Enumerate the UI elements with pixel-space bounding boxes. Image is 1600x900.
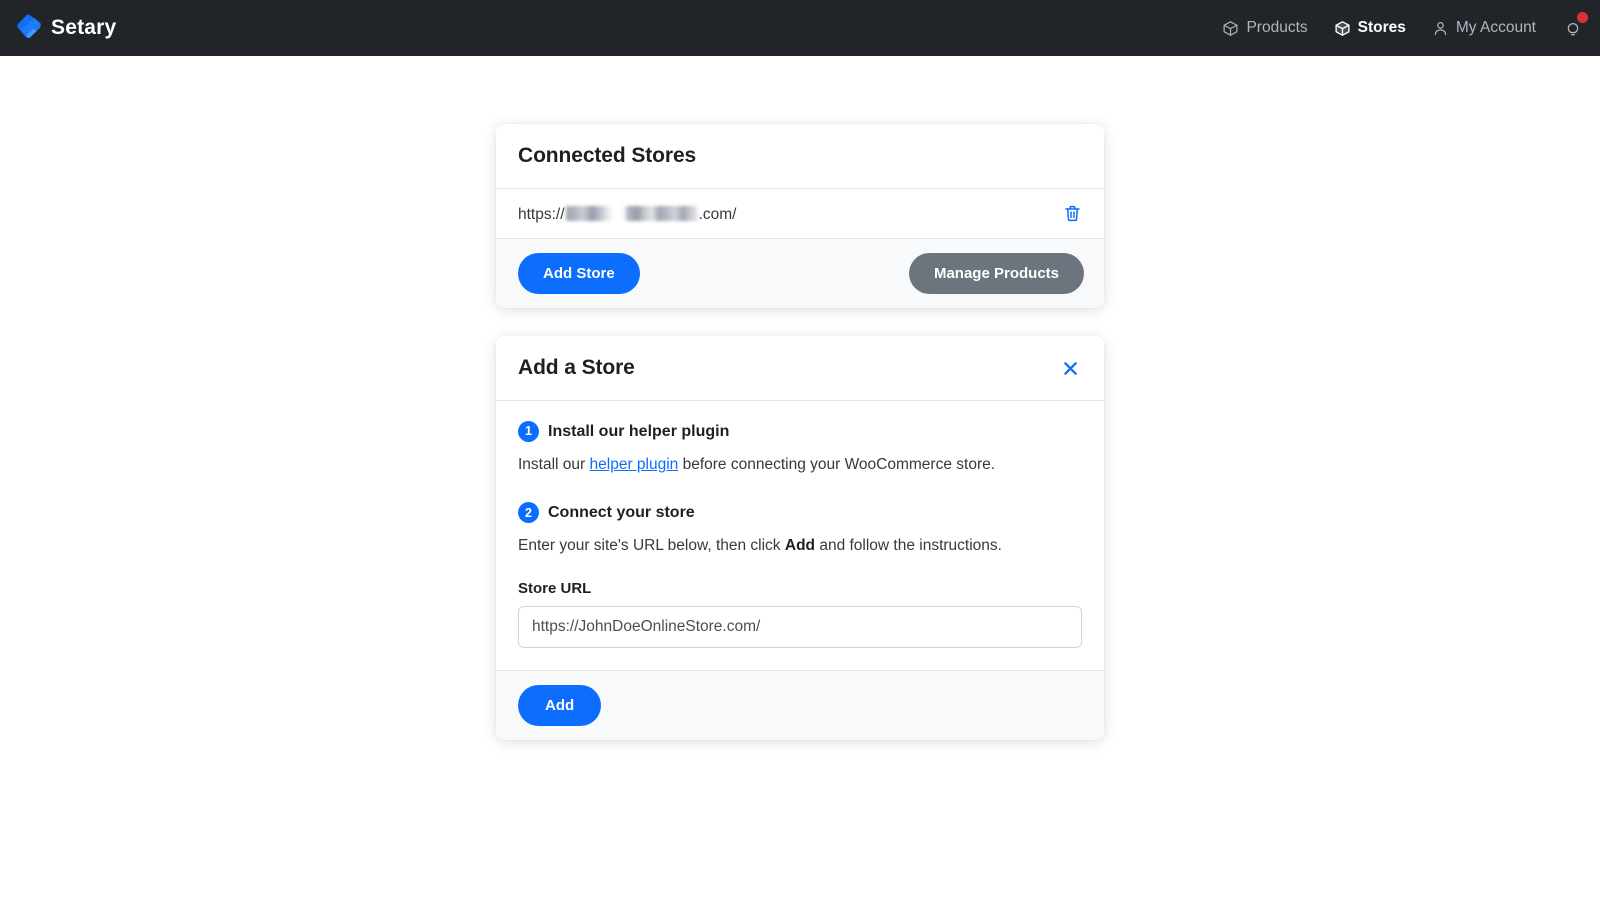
submit-add-store-button[interactable]: Add (518, 684, 602, 726)
tips-lightbulb-button[interactable] (1564, 11, 1588, 38)
brand-name: Setary (51, 16, 117, 39)
add-a-store-card: Add a Store 1 Install our helper plugin … (496, 336, 1104, 740)
store-url-input[interactable] (518, 605, 1082, 648)
step-2: 2 Connect your store (518, 502, 1082, 524)
step-2-description: Enter your site's URL below, then click … (518, 535, 1082, 557)
step-1-description: Install our helper plugin before connect… (518, 454, 1082, 476)
person-icon (1432, 20, 1449, 37)
cube-outline-icon (1222, 20, 1239, 37)
close-add-store-button[interactable] (1059, 357, 1082, 380)
step-1-text-after: before connecting your WooCommerce store… (678, 456, 996, 473)
step-1-number: 1 (518, 421, 539, 442)
connected-store-row: https:// .com/ (496, 189, 1104, 239)
connected-stores-card: Connected Stores https:// .com/ Add Store… (496, 124, 1104, 308)
top-navigation-bar: Setary Products Stores My Account (0, 0, 1600, 56)
nav-item-products[interactable]: Products (1222, 19, 1308, 37)
nav-item-products-label: Products (1246, 19, 1308, 37)
connected-stores-header: Connected Stores (496, 124, 1104, 189)
step-1-text-before: Install our (518, 456, 590, 473)
nav-items-group: Products Stores My Account (1222, 11, 1588, 38)
add-a-store-header: Add a Store (496, 336, 1104, 401)
connected-stores-title: Connected Stores (518, 144, 697, 167)
store-url-suffix: .com/ (698, 205, 737, 223)
store-url-prefix: https:// (518, 205, 565, 223)
add-a-store-body: 1 Install our helper plugin Install our … (496, 401, 1104, 670)
connected-store-url: https:// .com/ (518, 204, 736, 224)
store-url-redacted-blur (565, 205, 698, 221)
trash-icon (1063, 204, 1082, 223)
tips-notification-badge (1577, 11, 1588, 23)
add-store-button[interactable]: Add Store (518, 253, 640, 294)
setary-diamond-logo-icon (16, 14, 42, 42)
nav-item-my-account[interactable]: My Account (1432, 20, 1536, 37)
nav-item-stores-label: Stores (1357, 19, 1406, 37)
add-a-store-actions: Add (496, 670, 1104, 740)
add-a-store-title: Add a Store (518, 356, 635, 379)
brand-logo-link[interactable]: Setary (16, 14, 116, 42)
nav-item-my-account-label: My Account (1455, 19, 1536, 37)
manage-products-button[interactable]: Manage Products (908, 253, 1084, 294)
step-1-title: Install our helper plugin (548, 422, 730, 440)
step-2-title: Connect your store (548, 503, 695, 521)
helper-plugin-link[interactable]: helper plugin (590, 456, 679, 473)
step-2-bold-word: Add (784, 537, 816, 555)
store-url-label: Store URL (518, 579, 592, 597)
step-2-text-before: Enter your site's URL below, then click (518, 537, 785, 555)
step-1: 1 Install our helper plugin (518, 421, 1082, 442)
nav-item-stores[interactable]: Stores (1334, 20, 1406, 37)
delete-store-button[interactable] (1061, 202, 1084, 225)
step-2-number: 2 (518, 502, 539, 524)
connected-stores-actions: Add Store Manage Products (496, 239, 1104, 308)
close-x-icon (1061, 359, 1080, 378)
step-2-text-after: and follow the instructions. (815, 537, 1002, 555)
page-content: Connected Stores https:// .com/ Add Store… (0, 56, 1600, 740)
cube-filled-icon (1334, 20, 1351, 37)
